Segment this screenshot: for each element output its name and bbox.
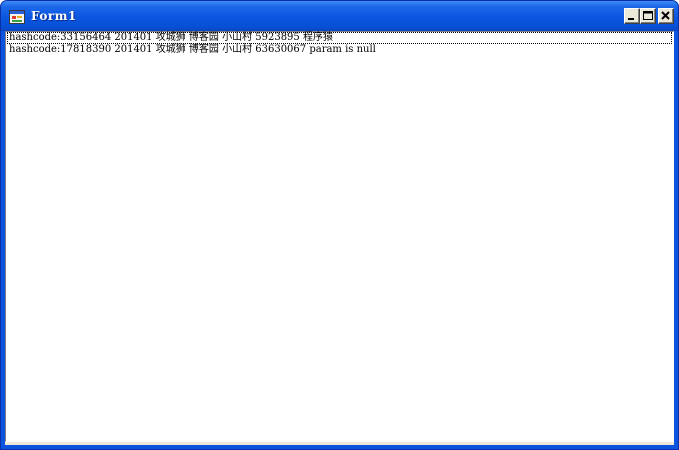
list-item[interactable]: hashcode:33156464 201401 攻城狮 博客园 小山村 592… bbox=[7, 32, 672, 44]
window-title: Form1 bbox=[31, 9, 77, 23]
form-client-area: hashcode:33156464 201401 攻城狮 博客园 小山村 592… bbox=[5, 31, 674, 445]
minimize-icon bbox=[628, 18, 634, 20]
form-app-icon[interactable] bbox=[9, 9, 25, 24]
close-button[interactable] bbox=[658, 8, 674, 24]
maximize-button[interactable] bbox=[640, 8, 656, 24]
list-item[interactable]: hashcode:17818390 201401 攻城狮 博客园 小山村 636… bbox=[7, 44, 672, 56]
output-listbox[interactable]: hashcode:33156464 201401 攻城狮 博客园 小山村 592… bbox=[5, 31, 674, 442]
form1-window: Form1 hashcode:33156464 201401 攻城狮 博客园 小… bbox=[0, 0, 679, 450]
title-bar[interactable]: Form1 bbox=[1, 1, 678, 31]
minimize-button[interactable] bbox=[624, 8, 640, 24]
close-icon bbox=[661, 11, 670, 20]
maximize-icon bbox=[643, 11, 653, 20]
